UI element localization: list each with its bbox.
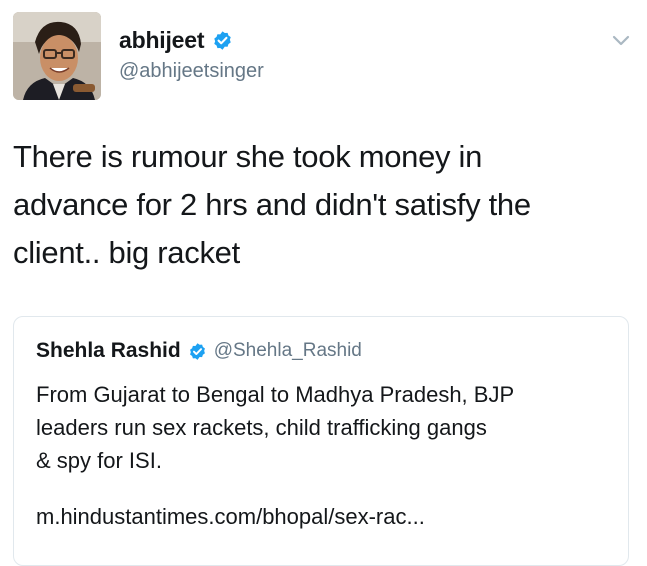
quoted-tweet-text: From Gujarat to Bengal to Madhya Pradesh… [36, 378, 621, 477]
author-display-name[interactable]: abhijeet [119, 27, 205, 54]
tweet-text-line: client.. big racket [13, 235, 240, 270]
tweet-text: There is rumour she took money in advanc… [13, 133, 623, 277]
quoted-text-line: From Gujarat to Bengal to Madhya Pradesh… [36, 382, 515, 407]
quoted-author-name: Shehla Rashid [36, 339, 181, 362]
tweet-card: abhijeet @abhijeetsinger There is rumour… [0, 0, 647, 566]
author-handle[interactable]: @abhijeetsinger [119, 60, 264, 83]
author-names: abhijeet @abhijeetsinger [119, 26, 264, 83]
chevron-down-icon[interactable] [612, 34, 630, 46]
quoted-author-handle: @Shehla_Rashid [213, 340, 362, 361]
quoted-tweet-link[interactable]: m.hindustantimes.com/bhopal/sex-rac... [36, 504, 425, 530]
quoted-text-line: leaders run sex rackets, child trafficki… [36, 415, 487, 440]
verified-badge-icon [188, 342, 207, 361]
verified-badge-icon [212, 30, 233, 51]
tweet-text-line: There is rumour she took money in [13, 139, 483, 174]
author-avatar[interactable] [13, 12, 101, 100]
quoted-text-line: & spy for ISI. [36, 448, 162, 473]
quoted-tweet-card[interactable]: Shehla Rashid @Shehla_Rashid From Gujara… [13, 316, 629, 566]
quoted-tweet-header: Shehla Rashid @Shehla_Rashid [36, 339, 362, 363]
tweet-text-line: advance for 2 hrs and didn't satisfy the [13, 187, 531, 222]
avatar-photo [13, 12, 101, 100]
